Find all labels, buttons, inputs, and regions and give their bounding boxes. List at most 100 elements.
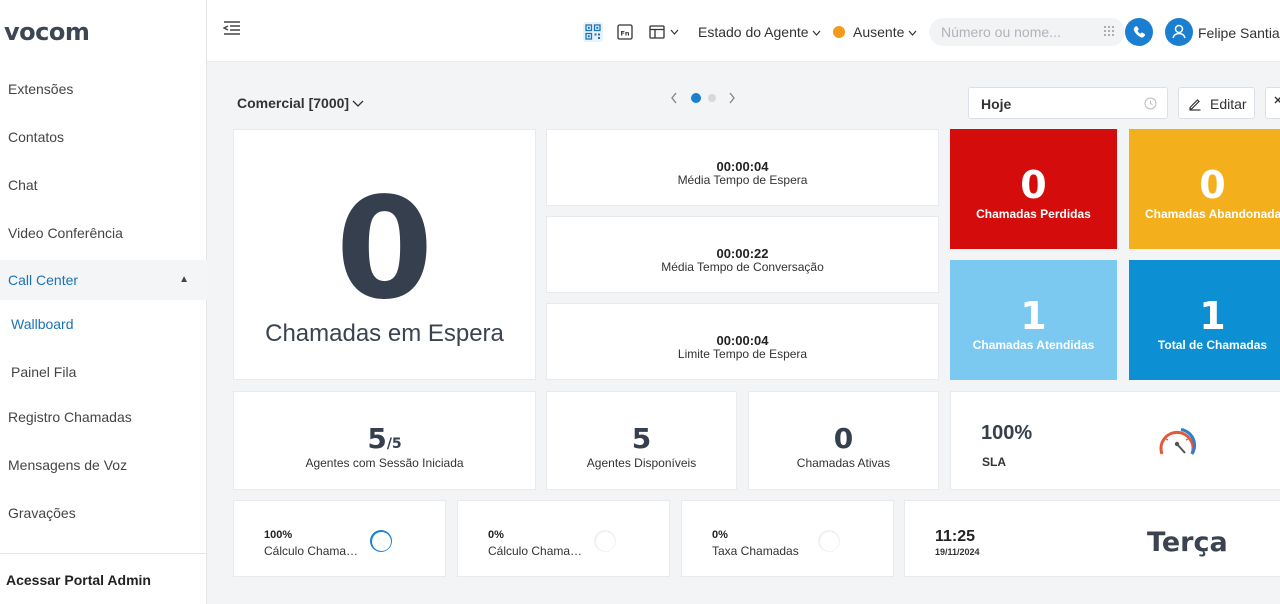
missed-calls-value: 0	[1020, 163, 1047, 207]
agents-logged-label: Agentes com Sessão Iniciada	[305, 456, 464, 470]
missed-calls-tile: 0 Chamadas Perdidas	[950, 129, 1117, 249]
carousel-dot-active	[691, 93, 701, 103]
chevron-down-icon	[352, 100, 364, 107]
function-keys-icon[interactable]: Fn	[615, 22, 635, 42]
dial-search-input[interactable]	[941, 23, 1091, 41]
abandoned-calls-label: Chamadas Abandonadas	[1145, 207, 1280, 221]
avg-wait-time-value: 00:00:04	[716, 159, 769, 174]
wallboard-content: Comercial [7000] Hoje Editar 0 Chamadas …	[207, 62, 1280, 604]
progress-ring	[594, 530, 616, 552]
layout-window-icon[interactable]	[647, 22, 667, 42]
carousel-next-icon	[729, 92, 735, 104]
sidebar-item-label: Call Center	[8, 272, 79, 288]
sidebar-item-chat[interactable]: Chat	[0, 165, 207, 205]
answered-calls-label: Chamadas Atendidas	[972, 338, 1095, 352]
agent-state-dropdown[interactable]: Estado do Agente	[698, 24, 821, 40]
progress-ring-inner	[595, 531, 615, 551]
clock-time: 11:25	[935, 528, 976, 545]
admin-portal-link[interactable]: Acessar Portal Admin	[0, 553, 207, 604]
sidebar-item-extensoes[interactable]: Extensões	[0, 69, 207, 109]
waiting-calls-value: 0	[335, 168, 434, 331]
admin-portal-label: Acessar Portal Admin	[6, 572, 151, 588]
queue-dropdown[interactable]: Comercial [7000]	[237, 95, 364, 111]
sidebar-item-wallboard[interactable]: Wallboard	[0, 304, 207, 344]
chevron-down-icon	[812, 30, 821, 36]
call-calc-card-2: 0% Cálculo Chamadas	[457, 500, 670, 577]
agents-logged-value: 5/5	[367, 422, 402, 455]
call-rate-label: Taxa Chamadas	[712, 544, 799, 558]
call-button[interactable]	[1125, 18, 1153, 46]
fullscreen-icon	[1274, 96, 1280, 104]
progress-ring	[370, 530, 392, 552]
sidebar-item-video-conferencia[interactable]: Video Conferência	[0, 213, 207, 253]
user-name[interactable]: Felipe Santia	[1198, 25, 1280, 41]
sla-label: SLA	[982, 455, 1006, 469]
sidebar-item-gravacoes[interactable]: Gravações	[0, 493, 207, 533]
carousel-pager	[671, 92, 735, 104]
waiting-calls-card: 0 Chamadas em Espera	[233, 129, 536, 380]
clock-icon	[1144, 97, 1157, 110]
progress-ring-inner	[371, 531, 391, 551]
user-icon	[1172, 24, 1186, 39]
away-status-icon	[833, 26, 845, 38]
menu-collapse-icon[interactable]	[223, 20, 241, 36]
avatar[interactable]	[1165, 18, 1193, 46]
call-calc-1-label: Cálculo Chamadas	[264, 544, 360, 558]
wait-time-limit-value: 00:00:04	[716, 333, 769, 348]
call-calc-1-value: 100%	[264, 529, 293, 541]
carousel-prev-icon	[671, 92, 677, 104]
sidebar-item-call-center[interactable]: Call Center ▲	[0, 260, 207, 300]
total-calls-tile: 1 Total de Chamadas	[1129, 260, 1280, 380]
answered-calls-tile: 1 Chamadas Atendidas	[950, 260, 1117, 380]
queue-label: Comercial [7000]	[237, 95, 350, 111]
avg-wait-time-card: 00:00:04 Média Tempo de Espera	[546, 129, 939, 206]
clock-card: 11:25 19/11/2024 Terça	[904, 500, 1280, 577]
total-calls-value: 1	[1199, 294, 1226, 338]
waiting-calls-label: Chamadas em Espera	[265, 320, 504, 347]
chevron-down-icon[interactable]	[670, 28, 679, 36]
dial-search-box	[929, 18, 1125, 46]
progress-ring-inner	[819, 531, 839, 551]
svg-text:Fn: Fn	[620, 30, 629, 38]
agents-available-card: 5 Agentes Disponíveis	[546, 391, 737, 490]
call-rate-value: 0%	[712, 529, 728, 541]
pencil-icon	[1189, 99, 1201, 111]
top-header: Fn Estado do Agente Ausente Felipe Sa	[207, 0, 1280, 62]
vocom-logo[interactable]: vocom	[4, 18, 90, 46]
agents-logged-total: /5	[386, 436, 402, 452]
call-calc-2-value: 0%	[488, 529, 504, 541]
status-label: Ausente	[853, 24, 905, 40]
call-calc-2-label: Cálculo Chamadas	[488, 544, 584, 558]
phone-icon	[1133, 26, 1146, 38]
total-calls-label: Total de Chamadas	[1157, 338, 1268, 352]
sidebar-item-painel-fila[interactable]: Painel Fila	[0, 352, 207, 392]
wait-time-limit-card: 00:00:04 Limite Tempo de Espera	[546, 303, 939, 380]
qr-code-icon[interactable]	[583, 22, 603, 42]
edit-label: Editar	[1210, 96, 1247, 112]
avg-talk-time-value: 00:00:22	[716, 246, 769, 261]
sidebar-item-registro-chamadas[interactable]: Registro Chamadas	[0, 397, 207, 437]
carousel-dot	[708, 94, 716, 102]
answered-calls-value: 1	[1020, 294, 1047, 338]
fullscreen-button[interactable]	[1265, 87, 1280, 119]
agents-available-label: Agentes Disponíveis	[586, 456, 697, 470]
clock-date: 19/11/2024	[935, 547, 980, 557]
sla-value: 100%	[981, 422, 1033, 444]
active-calls-card: 0 Chamadas Ativas	[748, 391, 939, 490]
call-rate-card: 0% Taxa Chamadas	[681, 500, 894, 577]
abandoned-calls-value: 0	[1199, 163, 1226, 207]
missed-calls-label: Chamadas Perdidas	[976, 207, 1091, 221]
chevron-down-icon	[908, 30, 917, 36]
active-calls-label: Chamadas Ativas	[796, 456, 891, 470]
status-dropdown[interactable]: Ausente	[853, 24, 917, 40]
edit-button[interactable]: Editar	[1178, 87, 1255, 119]
dialpad-icon[interactable]	[1103, 25, 1115, 37]
date-range-value: Hoje	[981, 96, 1012, 112]
call-calc-card-1: 100% Cálculo Chamadas	[233, 500, 446, 577]
sidebar: vocom Extensões Contatos Chat Video Conf…	[0, 0, 207, 604]
avg-wait-time-label: Média Tempo de Espera	[677, 173, 808, 187]
sidebar-item-mensagens-de-voz[interactable]: Mensagens de Voz	[0, 445, 207, 485]
date-range-picker[interactable]: Hoje	[968, 87, 1168, 119]
sidebar-item-contatos[interactable]: Contatos	[0, 117, 207, 157]
wait-time-limit-label: Limite Tempo de Espera	[677, 347, 808, 361]
